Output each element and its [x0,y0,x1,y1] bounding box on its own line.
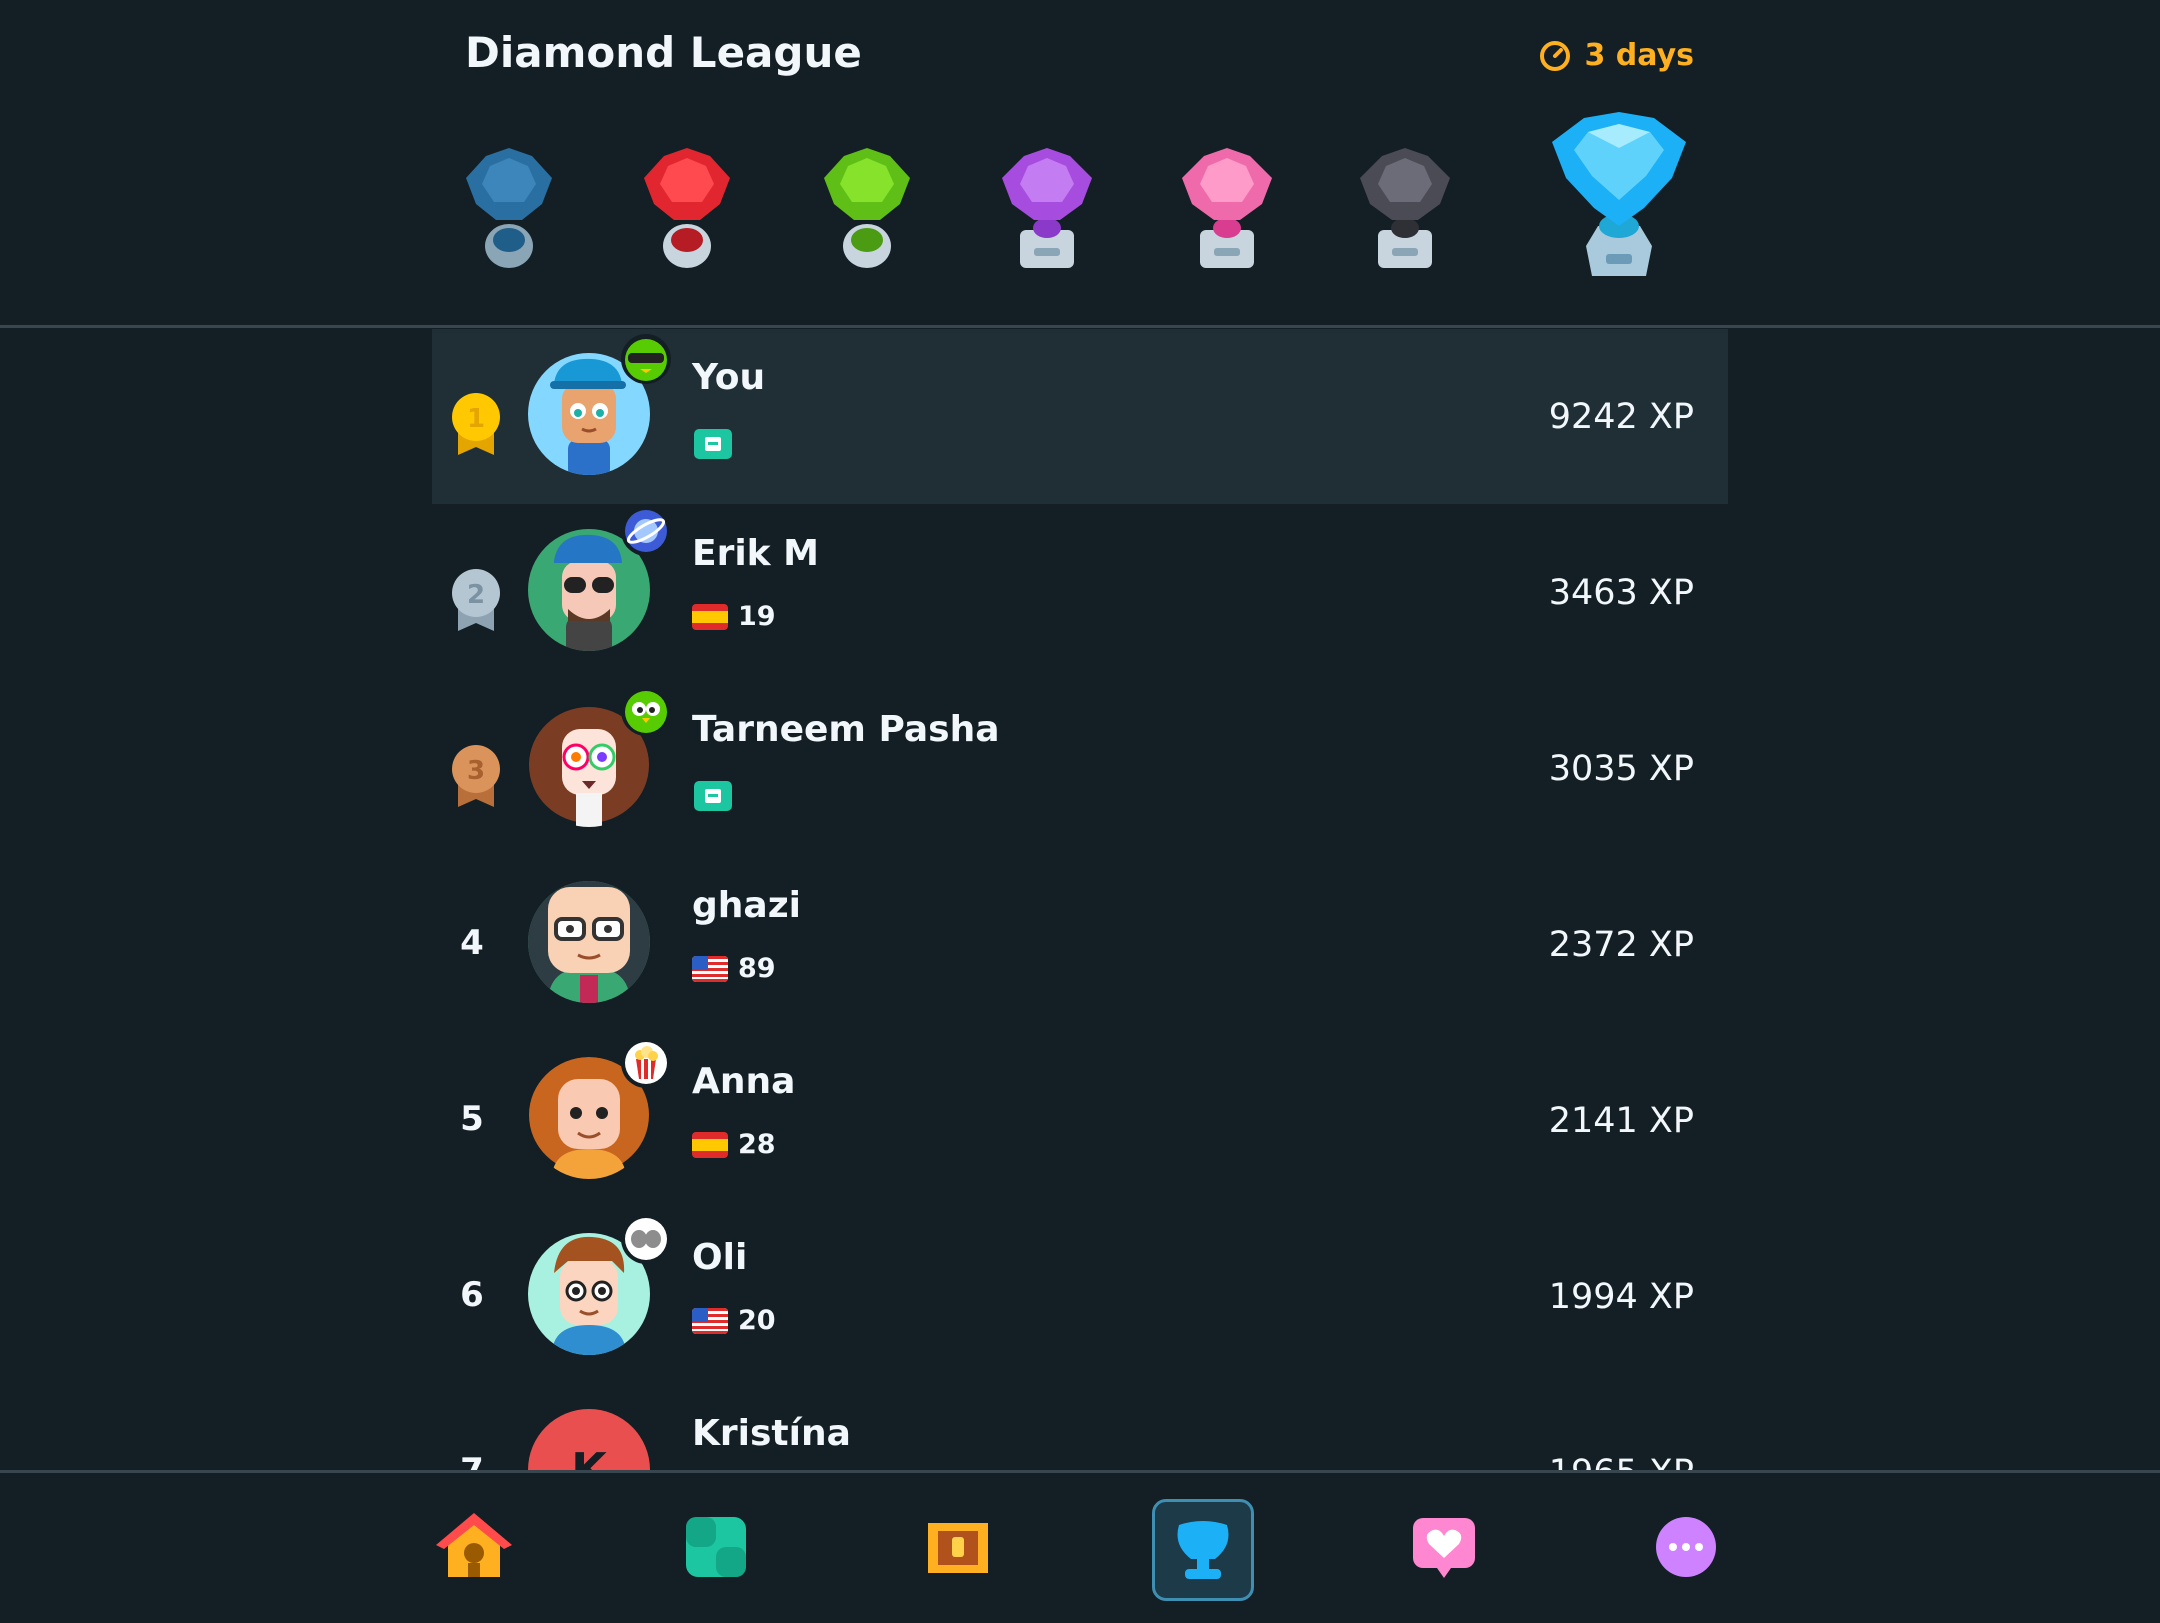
diamond-trophy-icon[interactable] [1548,108,1690,282]
home-icon [436,1513,512,1577]
league-trophy-row [0,100,2160,290]
nav-home[interactable] [426,1499,522,1595]
popcorn-badge-icon [621,1038,671,1088]
xp-value: 2372 XP [1548,925,1694,965]
leaderboard-row[interactable]: 2 Erik M 19 3463 XP [432,505,1728,680]
rank-number: 5 [460,1099,484,1139]
xp-value: 3463 XP [1548,573,1694,613]
spain-flag-icon [692,1131,728,1158]
leaderboard-row[interactable]: 5 Anna 28 2141 XP [432,1033,1728,1208]
course-level: 89 [738,953,776,984]
user-course-streak: 20 [692,1305,776,1336]
timer-icon [1540,40,1571,71]
user-name: Tarneem Pasha [692,709,1000,750]
timer-text: 3 days [1584,38,1694,73]
silver-medal-icon: 2 [452,569,500,631]
spain-flag-icon [692,603,728,630]
course-level: 20 [738,1305,776,1336]
nav-friends[interactable] [1396,1499,1492,1595]
league-header: Diamond League 3 days [0,0,2160,326]
planet-badge-icon [621,506,671,556]
leaderboard-list[interactable]: 1 You 9242 XP 2 Erik M 19 3463 XP 3 Tarn… [432,329,1728,1470]
classroom-icon [694,781,732,811]
leaderboard-row-current-user[interactable]: 1 You 9242 XP [432,329,1728,504]
purple-trophy-icon[interactable] [998,144,1096,272]
user-course-streak: 19 [692,601,776,632]
friends-icon [1413,1518,1475,1578]
red-trophy-icon[interactable] [640,144,734,272]
nav-chest[interactable] [910,1499,1006,1595]
course-level: 28 [738,1129,776,1160]
cool-owl-badge-icon [621,334,671,384]
user-name: Oli [692,1237,748,1278]
xp-value: 3035 XP [1548,749,1694,789]
rank-number: 4 [460,923,484,963]
xp-value: 9242 XP [1548,397,1694,437]
classroom-icon [694,429,732,459]
header-divider [0,325,2160,328]
leaderboard-icon [1177,1521,1229,1579]
user-course-streak: 28 [692,1129,776,1160]
user-name: You [692,357,766,398]
league-timer: 3 days [1538,38,1694,73]
user-name: Kristína [692,1413,851,1454]
green-trophy-icon[interactable] [820,144,914,272]
leaderboard-row[interactable]: 6 Oli 20 1994 XP [432,1209,1728,1384]
user-name: ghazi [692,885,801,926]
owl-badge-icon [621,686,671,736]
rank-number: 7 [432,1451,512,1470]
bronze-medal-icon: 3 [452,745,500,807]
us-flag-icon [692,955,728,982]
league-title: Diamond League [465,28,862,77]
leaderboard-row[interactable]: 7 K Kristína 1965 XP [432,1385,1728,1470]
bottom-nav [0,1470,2160,1623]
medal-rank-label: 1 [467,404,485,434]
gold-medal-icon: 1 [452,393,500,455]
avatar[interactable] [528,881,650,1003]
blue-trophy-icon[interactable] [462,144,556,272]
infinity-badge-icon [621,1214,671,1264]
more-icon [1656,1517,1716,1577]
nav-practice[interactable] [668,1499,764,1595]
xp-value: 2141 XP [1548,1101,1694,1141]
medal-rank-label: 3 [467,756,485,786]
user-name: Erik M [692,533,819,574]
xp-value: 1994 XP [1548,1277,1694,1317]
course-level: 19 [738,601,776,632]
leaderboard-row[interactable]: 3 Tarneem Pasha 3035 XP [432,681,1728,856]
xp-value: 1965 XP [1549,1453,1694,1470]
nav-leaderboard[interactable] [1152,1499,1254,1601]
us-flag-icon [692,1307,728,1334]
rank-number: 6 [460,1275,484,1315]
medal-rank-label: 2 [467,580,485,610]
nav-more[interactable] [1638,1499,1734,1595]
practice-icon [686,1517,746,1577]
chest-icon [928,1523,988,1573]
user-course-streak: 89 [692,953,776,984]
leaderboard-row[interactable]: 4 ghazi 89 2372 XP [432,857,1728,1032]
user-name: Anna [692,1061,796,1102]
gray-trophy-icon[interactable] [1356,144,1454,272]
avatar[interactable]: K [528,1409,650,1470]
pink-trophy-icon[interactable] [1178,144,1276,272]
